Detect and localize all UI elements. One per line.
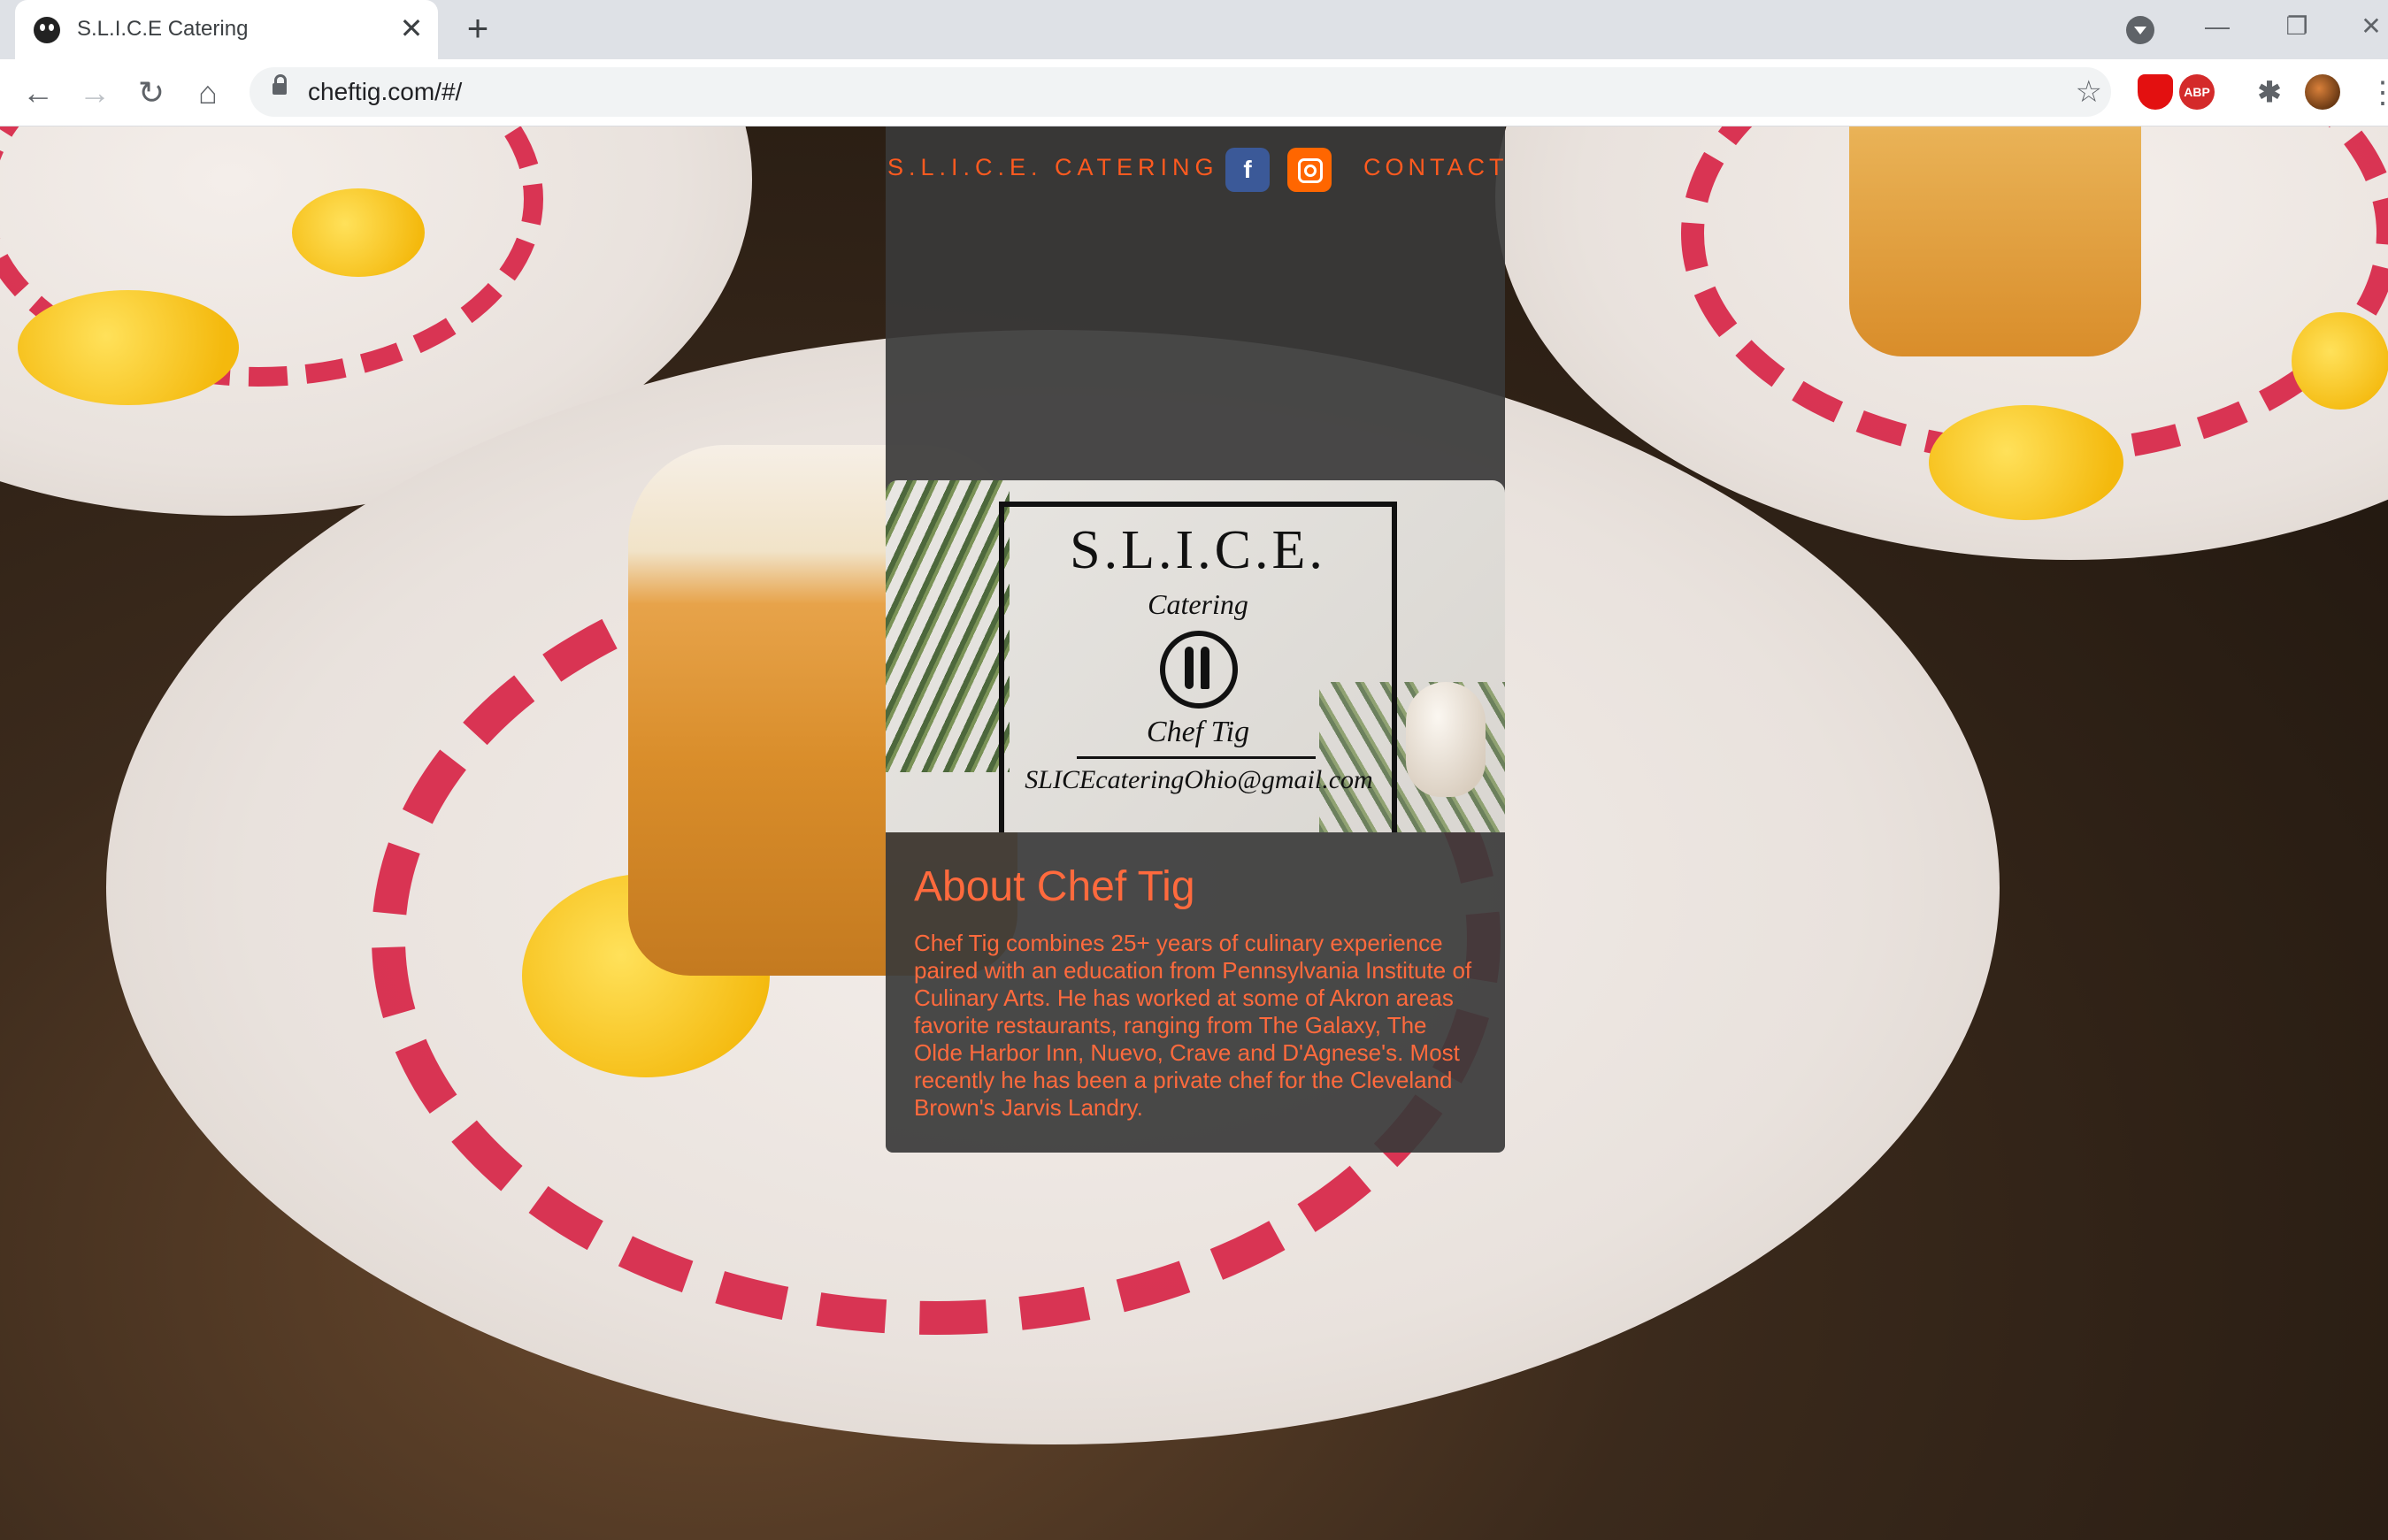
logo-subtitle: Catering xyxy=(1148,588,1248,620)
nav-brand-link[interactable]: S.L.I.C.E. CATERING xyxy=(887,153,1219,181)
tab-title: S.L.I.C.E Catering xyxy=(77,17,249,41)
ublock-icon[interactable] xyxy=(2138,74,2173,110)
about-title: About Chef Tig xyxy=(914,863,1195,910)
facebook-icon[interactable]: f xyxy=(1225,148,1270,192)
favicon-icon xyxy=(34,17,60,43)
logo-title: S.L.I.C.E. xyxy=(1070,520,1326,580)
reload-button[interactable]: ↻ xyxy=(131,73,172,113)
instagram-icon[interactable] xyxy=(1287,148,1332,192)
sauce-dot xyxy=(18,290,239,405)
sauce-dot xyxy=(2292,312,2388,410)
logo-card: S.L.I.C.E. Catering Chef Tig SLICEcateri… xyxy=(886,480,1505,832)
tab-strip: S.L.I.C.E Catering ✕ + — ❐ ✕ xyxy=(0,0,2388,59)
back-button[interactable]: ← xyxy=(18,73,58,113)
page-viewport: S.L.I.C.E. CATERING f CONTACT S.L.I.C.E.… xyxy=(0,126,2388,1540)
puzzle-icon[interactable]: ✱ xyxy=(2252,74,2287,110)
window-close-button[interactable]: ✕ xyxy=(2345,9,2388,44)
utensils-emblem-icon xyxy=(1160,631,1238,709)
forward-button[interactable]: → xyxy=(74,73,115,113)
home-button[interactable]: ⌂ xyxy=(188,73,228,113)
logo-frame: S.L.I.C.E. Catering Chef Tig SLICEcateri… xyxy=(999,502,1397,832)
content-panel: S.L.I.C.E. CATERING f CONTACT S.L.I.C.E.… xyxy=(886,126,1505,1153)
close-tab-button[interactable]: ✕ xyxy=(395,12,427,44)
lock-icon[interactable] xyxy=(273,74,287,95)
tab-search-icon[interactable] xyxy=(2126,16,2154,44)
url-text[interactable]: cheftig.com/#/ xyxy=(308,78,462,106)
menu-icon[interactable]: ⋮ xyxy=(2368,75,2388,111)
bookmark-star-icon[interactable]: ☆ xyxy=(2076,73,2102,111)
browser-toolbar: ← → ↻ ⌂ cheftig.com/#/ ☆ ABP ✱ ⋮ xyxy=(0,59,2388,126)
cake xyxy=(1849,126,2141,356)
sauce-dot xyxy=(292,188,425,277)
browser-tab[interactable]: S.L.I.C.E Catering ✕ xyxy=(15,0,438,59)
logo-email: SLICEcateringOhio@gmail.com xyxy=(1025,765,1373,794)
restore-button[interactable]: ❐ xyxy=(2270,9,2323,44)
new-tab-button[interactable]: + xyxy=(460,10,495,47)
rosemary-image xyxy=(886,480,1010,772)
avatar-icon[interactable] xyxy=(2305,74,2340,110)
nav-contact-link[interactable]: CONTACT xyxy=(1363,153,1509,181)
sauce-dot xyxy=(1929,405,2123,520)
minimize-button[interactable]: — xyxy=(2191,9,2244,44)
logo-name: Chef Tig xyxy=(1146,716,1250,748)
divider xyxy=(1077,756,1316,759)
address-bar[interactable]: cheftig.com/#/ ☆ xyxy=(250,67,2111,117)
abp-icon[interactable]: ABP xyxy=(2179,74,2215,110)
about-body: Chef Tig combines 25+ years of culinary … xyxy=(914,930,1472,1121)
